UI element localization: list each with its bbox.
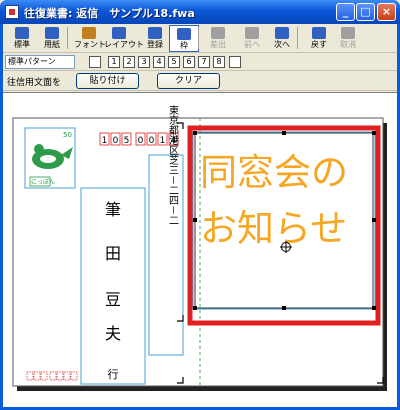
resize-handle[interactable]	[282, 306, 286, 310]
pattern-button-8[interactable]: 8	[213, 56, 225, 68]
title-bar[interactable]: 往復業書: 返信 サンプル18.fwa _ □ ×	[0, 0, 400, 24]
toolbar-button-cancel: 取消	[333, 25, 363, 52]
pattern-button-1[interactable]: 1	[108, 56, 120, 68]
name-char-4: 夫	[105, 324, 121, 343]
frame-icon	[177, 28, 191, 40]
resize-handle[interactable]	[193, 131, 197, 135]
toolbar-button-label: 取消	[340, 40, 356, 49]
pattern-toolbar: 標準パターン 12345678	[3, 54, 397, 71]
stamp-value: 50	[63, 131, 72, 139]
pattern-button-3[interactable]: 3	[138, 56, 150, 68]
client-area: 標準 用紙 フォント レイアウト 登録枠差出 前へ 次へ 戻す 取消 標準パターン 123456…	[3, 24, 397, 407]
pattern-button-5[interactable]: 5	[168, 56, 180, 68]
postal-code-digit: 5	[124, 136, 130, 146]
toolbar-button-standard[interactable]: 標準	[7, 25, 37, 52]
card-canvas[interactable]: 50 にっぽん 1050014 筆 田 豆 夫 行 東京都港区芝三－二四－二 同…	[3, 92, 397, 407]
toolbar-button-label: 差出	[210, 40, 226, 49]
toolbar-button-next[interactable]: 次へ	[267, 25, 297, 52]
font-icon	[82, 27, 96, 39]
pattern-button-2[interactable]: 2	[123, 56, 135, 68]
resize-handle[interactable]	[282, 131, 286, 135]
toolbar-separator	[297, 27, 298, 49]
toolbar-button-label: 戻す	[311, 40, 327, 49]
reply-text-label: 往信用文面を	[7, 78, 62, 88]
honorific: 行	[108, 368, 119, 381]
next-icon	[275, 27, 289, 39]
layout-icon	[112, 27, 126, 39]
toolbar-button-label: 登録	[147, 40, 163, 49]
toolbar-button-label: 前へ	[244, 40, 260, 49]
postal-code-digit: 0	[138, 136, 144, 146]
toolbar-button-undo[interactable]: 戻す	[304, 25, 334, 52]
main-toolbar: 標準 用紙 フォント レイアウト 登録 枠 差出 前へ 次へ 戻す 取消	[3, 24, 397, 53]
undo-icon	[312, 27, 326, 39]
pattern-button-6[interactable]: 6	[183, 56, 195, 68]
resize-handle[interactable]	[193, 306, 197, 310]
postal-code-digit: 0	[149, 136, 155, 146]
name-char-3: 豆	[105, 290, 121, 309]
toolbar-button-frame[interactable]: 枠	[169, 25, 199, 52]
postal-code-digit: 1	[102, 136, 108, 146]
message-line-2: お知らせ	[200, 207, 347, 250]
standard-icon	[15, 27, 29, 39]
app-window: 往復業書: 返信 サンプル18.fwa _ □ × 標準 用紙 フォント レイアウト登…	[0, 0, 400, 410]
resize-handle[interactable]	[372, 306, 376, 310]
postal-code-digit: 1	[160, 136, 166, 146]
toolbar-button-label: 用紙	[44, 40, 60, 49]
address-text: 東京都港区芝三－二四－二	[167, 104, 179, 225]
toolbar-button-prev: 前へ	[237, 25, 267, 52]
resize-handle[interactable]	[372, 218, 376, 222]
resize-handle[interactable]	[193, 218, 197, 222]
paste-button[interactable]: 貼り付け	[76, 73, 139, 89]
reply-text-toolbar: 往信用文面を 貼り付け クリア	[3, 72, 397, 91]
stamp-label: にっぽん	[31, 178, 55, 186]
message-line-1: 同窓会の	[200, 151, 348, 194]
pattern-more-icon[interactable]	[229, 56, 241, 68]
postal-code-digit: 0	[113, 136, 119, 146]
toolbar-button-label: 枠	[180, 41, 188, 50]
pattern-select[interactable]: 標準パターン	[5, 55, 75, 69]
toolbar-button-register[interactable]: 登録	[140, 25, 170, 52]
sender-icon	[211, 27, 225, 39]
toolbar-separator	[198, 27, 199, 49]
close-button[interactable]: ×	[377, 3, 396, 21]
maximize-button[interactable]: □	[356, 3, 375, 21]
toolbar-button-label: フォント	[74, 40, 106, 49]
name-char-2: 田	[105, 244, 121, 263]
window-title: 往復業書: 返信 サンプル18.fwa	[24, 7, 195, 20]
prev-icon	[245, 27, 259, 39]
toolbar-button-font[interactable]: フォント	[74, 25, 106, 52]
pattern-button-4[interactable]: 4	[153, 56, 165, 68]
toolbar-separator	[67, 27, 68, 49]
paper-icon	[45, 27, 59, 39]
pattern-edit-icon[interactable]	[89, 56, 101, 68]
minimize-button[interactable]: _	[336, 3, 355, 21]
cancel-icon	[341, 27, 355, 39]
register-icon	[148, 27, 162, 39]
pattern-button-7[interactable]: 7	[198, 56, 210, 68]
toolbar-button-paper[interactable]: 用紙	[37, 25, 67, 52]
toolbar-button-layout[interactable]: レイアウト	[104, 25, 144, 52]
toolbar-button-label: 次へ	[274, 40, 290, 49]
toolbar-button-label: レイアウト	[104, 40, 144, 49]
toolbar-button-label: 標準	[14, 40, 30, 49]
clear-button[interactable]: クリア	[157, 73, 220, 89]
card-preview[interactable]: 50 にっぽん 1050014 筆 田 豆 夫 行 東京都港区芝三－二四－二 同…	[3, 93, 397, 407]
resize-handle[interactable]	[372, 131, 376, 135]
app-icon	[5, 5, 19, 19]
name-char-1: 筆	[105, 200, 121, 219]
toolbar-button-sender: 差出	[203, 25, 233, 52]
